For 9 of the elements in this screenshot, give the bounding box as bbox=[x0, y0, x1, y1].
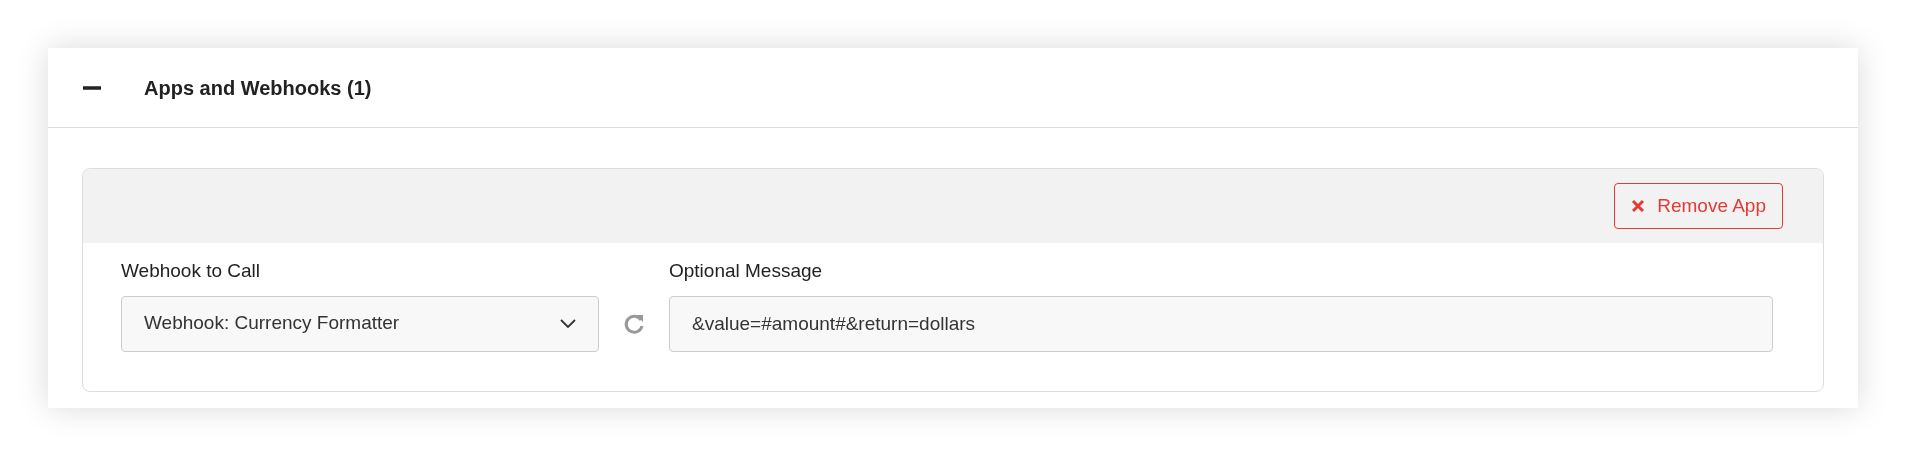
chevron-down-icon bbox=[560, 318, 576, 329]
refresh-icon[interactable] bbox=[623, 312, 645, 335]
webhook-select[interactable]: Webhook: Currency Formatter bbox=[121, 295, 599, 352]
field-label: Webhook to Call bbox=[121, 259, 262, 283]
remove-app-button[interactable]: Remove App bbox=[1614, 183, 1783, 229]
close-icon bbox=[1631, 199, 1646, 213]
field-label: Optional Message bbox=[669, 259, 824, 283]
section-title: Apps and Webhooks (1) bbox=[144, 75, 372, 101]
message-input[interactable]: &value=#amount#&return=dollars bbox=[669, 295, 1773, 352]
